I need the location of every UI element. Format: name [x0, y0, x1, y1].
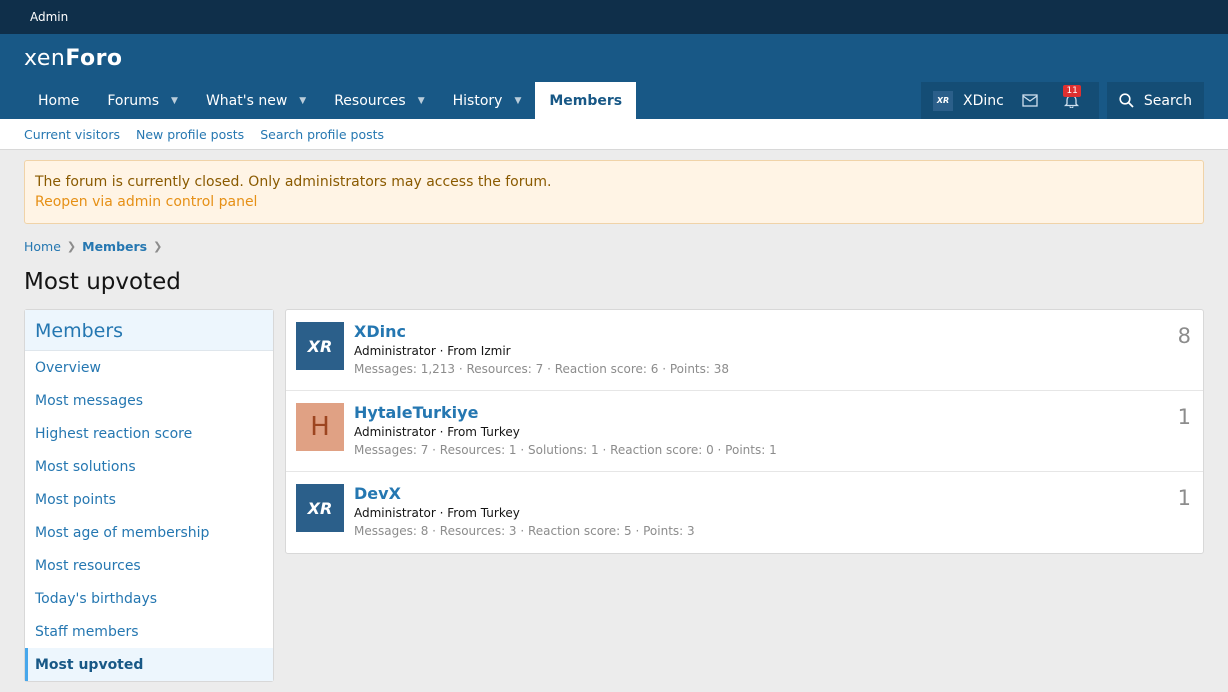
- chevron-right-icon: ❯: [153, 239, 163, 253]
- inbox-icon[interactable]: [1014, 94, 1046, 107]
- member-list: XR XDinc Administrator · From Izmir Message…: [285, 309, 1204, 554]
- member-info: HytaleTurkiye Administrator · From Turkey…: [354, 403, 777, 459]
- subnav-link-search-profile-posts[interactable]: Search profile posts: [260, 127, 384, 142]
- member-stats: Messages: 8 · Resources: 3 · Reaction sc…: [354, 524, 695, 538]
- nav-tab-label: Forums: [107, 92, 160, 109]
- sub-nav: Current visitors New profile posts Search …: [0, 119, 1228, 150]
- member-name[interactable]: XDinc: [354, 322, 729, 342]
- subnav-link-current-visitors[interactable]: Current visitors: [24, 127, 120, 142]
- member-row: XR DevX Administrator · From Turkey Message…: [286, 472, 1203, 553]
- reopen-link[interactable]: Reopen via admin control panel: [35, 194, 257, 210]
- subnav-link-new-profile-posts[interactable]: New profile posts: [136, 127, 244, 142]
- sidebar-item-overview[interactable]: Overview: [25, 351, 273, 384]
- nav-tab-label: Resources: [334, 92, 406, 109]
- sidebar-item-most-points[interactable]: Most points: [25, 483, 273, 516]
- nav-tab-home[interactable]: Home: [24, 82, 93, 119]
- page-title: Most upvoted: [24, 269, 181, 295]
- sidebar-item-today-s-birthdays[interactable]: Today's birthdays: [25, 582, 273, 615]
- user-name-link[interactable]: XDinc: [963, 93, 1004, 109]
- nav-tab-resources[interactable]: Resources ▼: [320, 82, 438, 119]
- search-label: Search: [1143, 92, 1192, 109]
- member-name[interactable]: DevX: [354, 484, 695, 504]
- member-row: XR XDinc Administrator · From Izmir Message…: [286, 310, 1203, 391]
- admin-link[interactable]: Admin: [30, 10, 68, 24]
- bell-icon[interactable]: 11: [1056, 85, 1087, 108]
- chevron-right-icon: ❯: [66, 239, 77, 253]
- notice-message: The forum is currently closed. Only admi…: [35, 174, 552, 190]
- sidebar-item-most-age-of-membership[interactable]: Most age of membership: [25, 516, 273, 549]
- nav-right: XR XDinc 11 Search: [921, 82, 1204, 119]
- chevron-down-icon[interactable]: ▼: [171, 96, 178, 106]
- member-stats: Messages: 1,213 · Resources: 7 · Reactio…: [354, 362, 730, 376]
- nav-tab-members[interactable]: Members: [535, 82, 637, 119]
- nav-tab-label: What's new: [205, 92, 288, 109]
- user-nav-group: XR XDinc 11: [921, 82, 1099, 119]
- sidebar-title: Members: [25, 310, 273, 351]
- member-avatar[interactable]: XR: [296, 484, 344, 532]
- nav-tab-history[interactable]: History ▼: [439, 82, 536, 119]
- sidebar-item-most-solutions[interactable]: Most solutions: [25, 450, 273, 483]
- nav-tab-what-s-new[interactable]: What's new ▼: [192, 82, 320, 119]
- search-icon: [1119, 93, 1134, 108]
- chevron-down-icon[interactable]: ▼: [514, 96, 521, 106]
- nav-tab-label: History: [452, 92, 503, 109]
- breadcrumb-home[interactable]: Home: [24, 239, 61, 254]
- chevron-down-icon[interactable]: ▼: [299, 96, 306, 106]
- logo-text-1: xen: [24, 45, 66, 71]
- member-score: 1: [1177, 486, 1191, 510]
- nav-tab-forums[interactable]: Forums ▼: [93, 82, 192, 119]
- sidebar-item-highest-reaction-score[interactable]: Highest reaction score: [25, 417, 273, 450]
- sidebar-item-most-upvoted[interactable]: Most upvoted: [25, 648, 273, 681]
- member-avatar[interactable]: XR: [296, 322, 344, 370]
- sidebar-item-most-resources[interactable]: Most resources: [25, 549, 273, 582]
- member-avatar[interactable]: H: [296, 403, 344, 451]
- members-layout: Members Overview Most messages Highest rea…: [24, 309, 1204, 682]
- members-sidebar: Members Overview Most messages Highest rea…: [24, 309, 274, 682]
- logo-text-2: Foro: [65, 45, 123, 71]
- breadcrumb: Home ❯ Members ❯: [24, 238, 1204, 254]
- site-logo[interactable]: xenForo: [24, 46, 123, 71]
- alerts-badge: 11: [1063, 85, 1081, 97]
- site-header: xenForo: [0, 34, 1228, 82]
- sidebar-item-most-messages[interactable]: Most messages: [25, 384, 273, 417]
- sidebar-item-staff-members[interactable]: Staff members: [25, 615, 273, 648]
- member-title: Administrator · From Turkey: [354, 425, 520, 439]
- breadcrumb-members[interactable]: Members: [82, 239, 147, 254]
- sidebar-items: Overview Most messages Highest reaction sc…: [25, 351, 273, 681]
- forum-closed-notice: The forum is currently closed. Only admi…: [24, 160, 1204, 224]
- member-info: XDinc Administrator · From Izmir Messages:…: [354, 322, 729, 378]
- member-name[interactable]: HytaleTurkiye: [354, 403, 777, 423]
- admin-bar: Admin: [0, 0, 1228, 34]
- member-title: Administrator · From Turkey: [354, 506, 520, 520]
- main-content: The forum is currently closed. Only admi…: [0, 150, 1228, 692]
- member-stats: Messages: 7 · Resources: 1 · Solutions: …: [354, 443, 777, 457]
- chevron-down-icon[interactable]: ▼: [418, 96, 425, 106]
- user-avatar[interactable]: XR: [933, 90, 954, 111]
- member-row: H HytaleTurkiye Administrator · From Turke…: [286, 391, 1203, 472]
- member-score: 8: [1177, 324, 1191, 348]
- nav-tab-label: Members: [549, 92, 623, 109]
- member-score: 1: [1177, 405, 1191, 429]
- main-nav: Home Forums ▼ What's new ▼ Resources ▼ History ▼…: [0, 82, 1228, 119]
- nav-tab-label: Home: [38, 92, 80, 109]
- nav-tabs: Home Forums ▼ What's new ▼ Resources ▼ History ▼…: [24, 82, 637, 119]
- search-button[interactable]: Search: [1106, 82, 1204, 119]
- member-info: DevX Administrator · From Turkey Messages:…: [354, 484, 695, 541]
- member-title: Administrator · From Izmir: [354, 344, 511, 358]
